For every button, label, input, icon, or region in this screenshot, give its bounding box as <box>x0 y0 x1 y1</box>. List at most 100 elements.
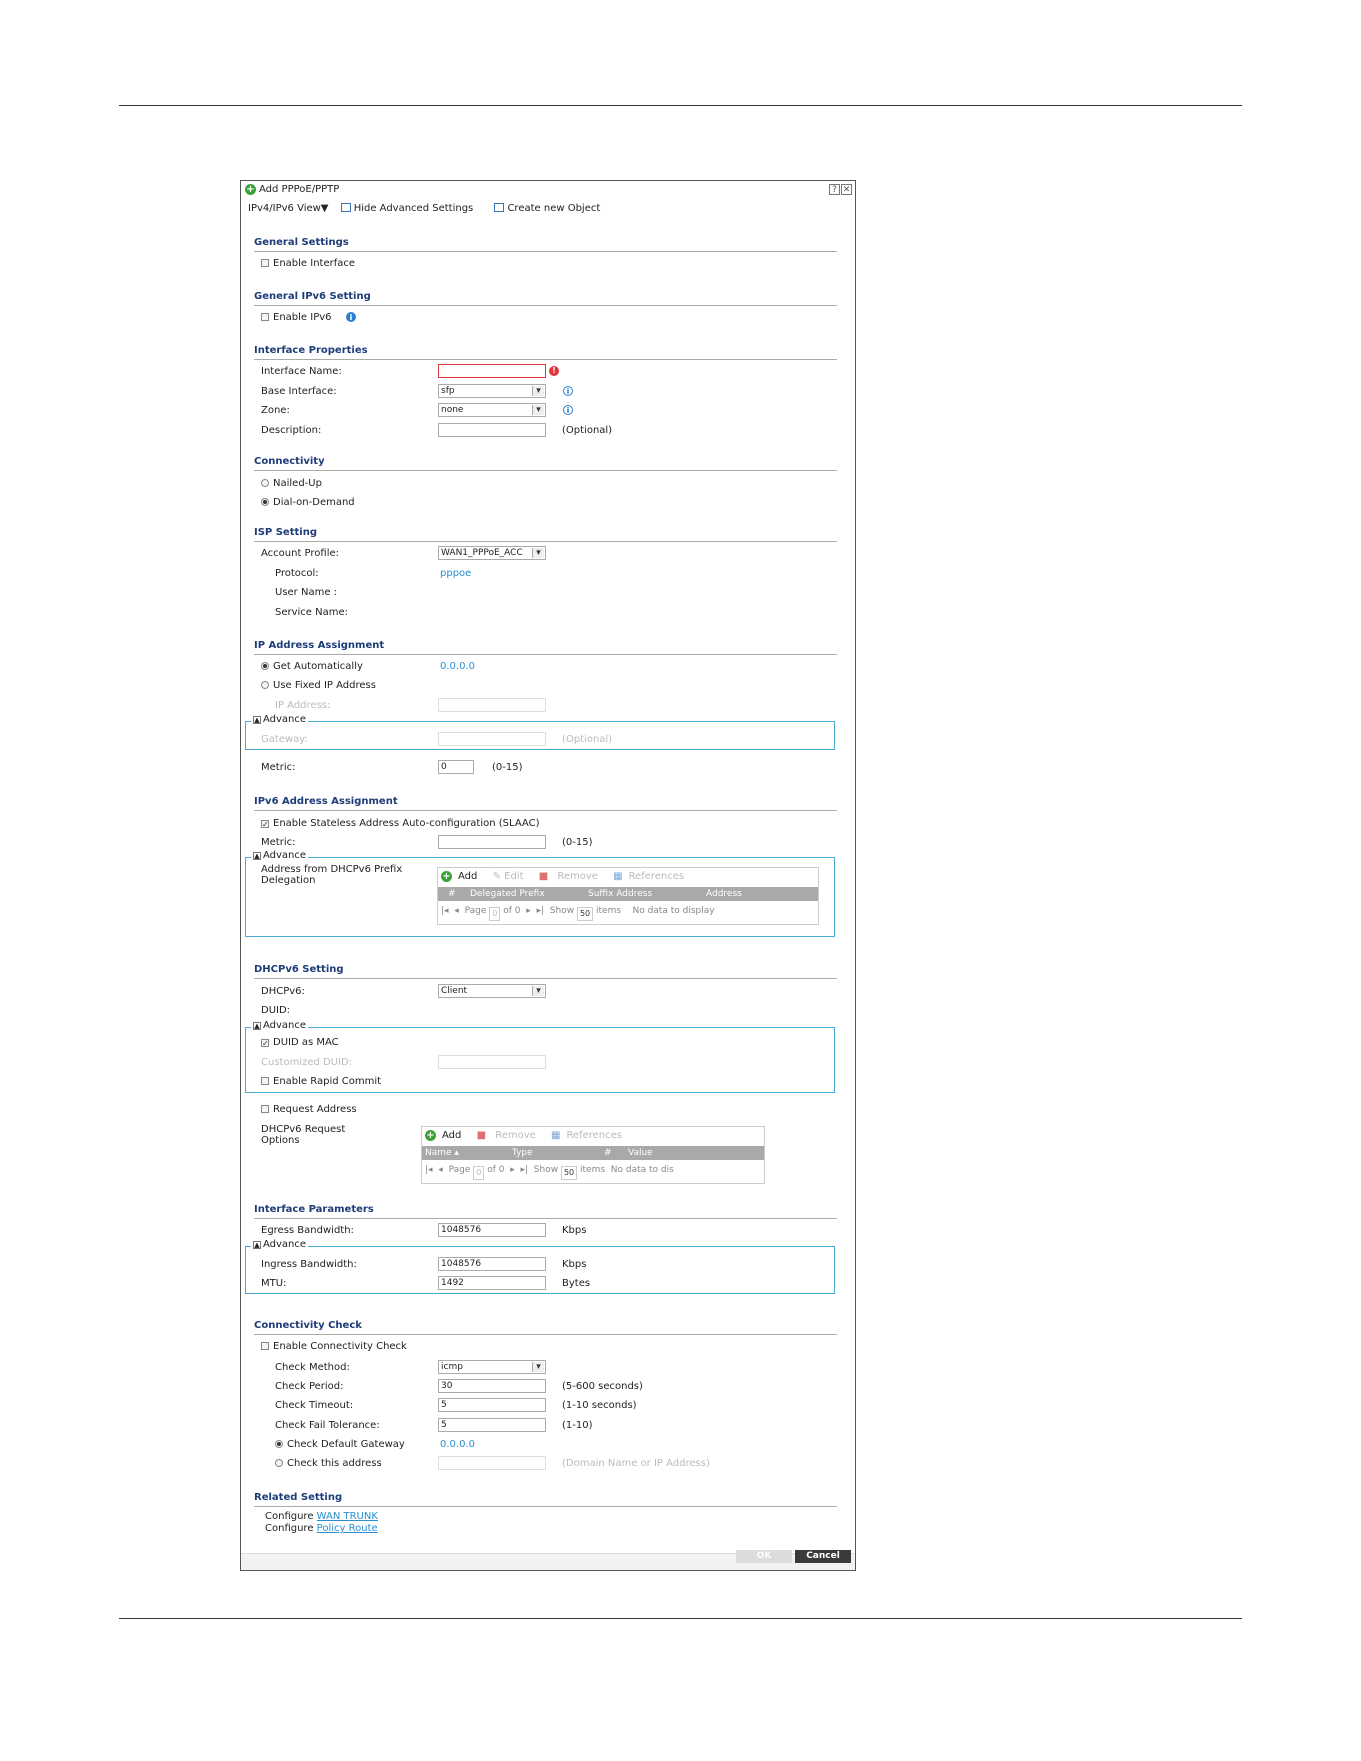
col-index[interactable]: # <box>604 1146 612 1160</box>
check-fail-tolerance-input[interactable]: 5 <box>438 1418 546 1432</box>
prefix-delegation-label-1: Address from DHCPv6 Prefix <box>261 864 403 875</box>
info-icon[interactable]: i <box>346 312 356 322</box>
empty-message: No data to display <box>632 906 715 916</box>
gateway-label: Gateway: <box>261 734 308 745</box>
add-icon: + <box>245 184 256 195</box>
check-this-address-radio[interactable]: Check this address <box>275 1458 382 1469</box>
radio-circle <box>261 479 269 487</box>
check-timeout-label: Check Timeout: <box>275 1400 354 1411</box>
add-button[interactable]: + Add <box>441 871 483 882</box>
protocol-label: Protocol: <box>275 568 319 579</box>
ip-address-input[interactable] <box>438 698 546 712</box>
section-interface-properties: Interface Properties <box>254 345 837 360</box>
help-button[interactable]: ? <box>829 184 840 195</box>
dial-on-demand-radio[interactable]: Dial-on-Demand <box>261 497 355 508</box>
account-profile-select[interactable]: WAN1_PPPoE_ACC <box>438 546 546 560</box>
trash-icon: ■ <box>538 871 549 882</box>
hide-advanced-link[interactable]: Hide Advanced Settings <box>340 203 483 214</box>
check-address-input[interactable] <box>438 1456 546 1470</box>
page-bottom-rule <box>119 1618 1242 1619</box>
advance-toggle-ipv6[interactable]: ▲ Advance <box>251 850 309 861</box>
last-page-icon[interactable]: ▸| <box>536 906 544 916</box>
col-index[interactable]: # <box>448 887 456 901</box>
enable-ipv6-checkbox[interactable]: Enable IPv6 <box>261 312 332 323</box>
duid-as-mac-checkbox[interactable]: ✓ DUID as MAC <box>261 1037 339 1048</box>
info-icon[interactable]: i <box>563 405 573 415</box>
page-input[interactable]: 0 <box>489 907 501 921</box>
zone-select[interactable]: none <box>438 403 546 417</box>
advance-toggle-ipv4[interactable]: ▲ Advance <box>251 714 309 725</box>
close-button[interactable]: ✕ <box>841 184 852 195</box>
nailed-up-radio[interactable]: Nailed-Up <box>261 478 322 489</box>
next-page-icon[interactable]: ▸ <box>510 1165 515 1175</box>
page-size-select[interactable]: 50 <box>560 1166 578 1180</box>
col-name[interactable]: Name ▴ <box>425 1146 459 1160</box>
col-delegated-prefix[interactable]: Delegated Prefix <box>470 887 545 901</box>
slaac-checkbox[interactable]: ✓ Enable Stateless Address Auto-configura… <box>261 818 539 829</box>
col-address[interactable]: Address <box>706 887 742 901</box>
policy-route-link[interactable]: Policy Route <box>317 1523 378 1534</box>
info-icon[interactable]: i <box>563 386 573 396</box>
get-automatically-radio[interactable]: Get Automatically <box>261 661 363 672</box>
wan-trunk-link[interactable]: WAN TRUNK <box>317 1511 378 1522</box>
enable-connectivity-check-checkbox[interactable]: Enable Connectivity Check <box>261 1341 407 1352</box>
last-page-icon[interactable]: ▸| <box>520 1165 528 1175</box>
remove-button[interactable]: ■ Remove <box>539 871 604 882</box>
col-suffix-address[interactable]: Suffix Address <box>588 887 652 901</box>
remove-button[interactable]: ■ Remove <box>477 1130 542 1141</box>
ingress-input[interactable]: 1048576 <box>438 1257 546 1271</box>
interface-name-input[interactable] <box>438 364 546 378</box>
checkbox-box <box>261 1077 269 1085</box>
first-page-icon[interactable]: |◂ <box>441 906 449 916</box>
ipv6-metric-input[interactable] <box>438 835 546 849</box>
base-interface-select[interactable]: sfp <box>438 384 546 398</box>
zone-label: Zone: <box>261 405 290 416</box>
egress-input[interactable]: 1048576 <box>438 1223 546 1237</box>
mtu-unit: Bytes <box>562 1278 591 1289</box>
references-button[interactable]: ▦ References <box>551 1130 628 1141</box>
dhcpv6-select[interactable]: Client <box>438 984 546 998</box>
add-button[interactable]: + Add <box>425 1130 467 1141</box>
check-method-select[interactable]: icmp <box>438 1360 546 1374</box>
collapse-icon: ▲ <box>253 716 261 724</box>
add-icon: + <box>441 871 452 882</box>
gateway-input[interactable] <box>438 732 546 746</box>
customized-duid-input[interactable] <box>438 1055 546 1069</box>
references-button[interactable]: ▦ References <box>613 871 690 882</box>
section-connectivity: Connectivity <box>254 456 837 471</box>
checkbox-box <box>261 313 269 321</box>
checkbox-box: ✓ <box>261 820 269 829</box>
metric-input[interactable]: 0 <box>438 760 474 774</box>
check-period-input[interactable]: 30 <box>438 1379 546 1393</box>
check-method-label: Check Method: <box>275 1362 350 1373</box>
page-input[interactable]: 0 <box>473 1166 485 1180</box>
first-page-icon[interactable]: |◂ <box>425 1165 433 1175</box>
edit-button[interactable]: ✎ Edit <box>493 871 530 882</box>
prefix-delegation-grid: + Add ✎ Edit ■ Remove ▦ References # Deleg… <box>437 867 819 925</box>
enable-interface-checkbox[interactable]: Enable Interface <box>261 258 355 269</box>
check-default-gateway-radio[interactable]: Check Default Gateway <box>275 1439 405 1450</box>
create-object-link[interactable]: Create new Object <box>494 203 609 214</box>
cancel-button[interactable]: Cancel <box>795 1550 851 1563</box>
rapid-commit-checkbox[interactable]: Enable Rapid Commit <box>261 1076 381 1087</box>
view-toggle[interactable]: IPv4/IPv6 View▼ <box>248 203 329 214</box>
request-address-checkbox[interactable]: Request Address <box>261 1104 357 1115</box>
collapse-icon: ▲ <box>253 852 261 860</box>
next-page-icon[interactable]: ▸ <box>526 906 531 916</box>
prev-page-icon[interactable]: ◂ <box>438 1165 443 1175</box>
check-timeout-input[interactable]: 5 <box>438 1398 546 1412</box>
advance-toggle-dhcpv6[interactable]: ▲ Advance <box>251 1020 309 1031</box>
description-input[interactable] <box>438 423 546 437</box>
col-type[interactable]: Type <box>512 1146 533 1160</box>
use-fixed-ip-radio[interactable]: Use Fixed IP Address <box>261 680 376 691</box>
duid-label: DUID: <box>261 1005 291 1016</box>
ok-button[interactable]: OK <box>736 1550 792 1563</box>
collapse-icon: ▲ <box>253 1022 261 1030</box>
check-period-hint: (5-600 seconds) <box>562 1381 643 1392</box>
col-value[interactable]: Value <box>628 1146 653 1160</box>
default-gateway-value: 0.0.0.0 <box>440 1439 475 1450</box>
mtu-input[interactable]: 1492 <box>438 1276 546 1290</box>
advance-toggle-params[interactable]: ▲ Advance <box>251 1239 309 1250</box>
page-size-select[interactable]: 50 <box>576 907 594 921</box>
prev-page-icon[interactable]: ◂ <box>454 906 459 916</box>
